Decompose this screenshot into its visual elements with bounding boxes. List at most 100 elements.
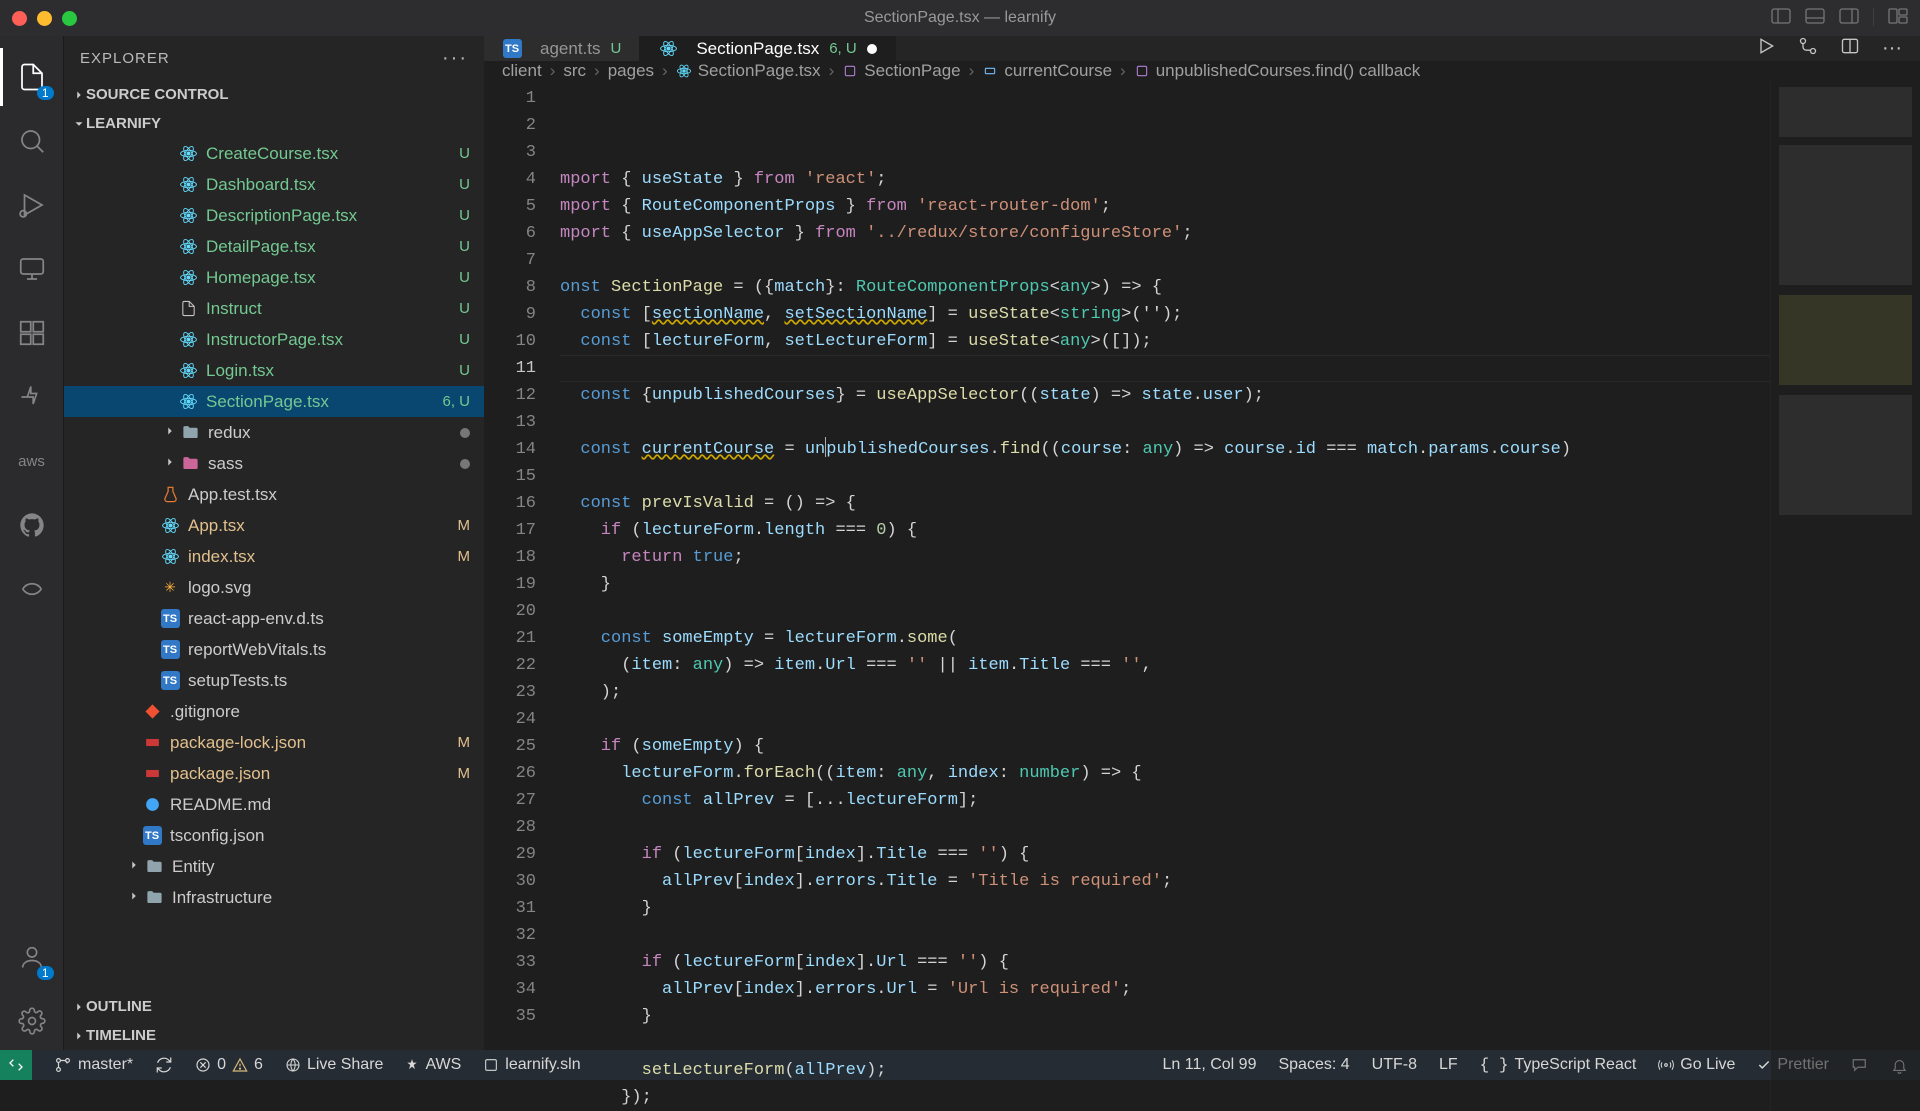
file-label: SectionPage.tsx	[206, 392, 442, 412]
window-title: SectionPage.tsx — learnify	[864, 9, 1056, 27]
scm-status: M	[458, 734, 471, 751]
split-editor-icon[interactable]	[1840, 36, 1860, 61]
chevron-right-icon: ›	[969, 61, 975, 81]
breadcrumb-item[interactable]: client	[502, 61, 542, 81]
run-icon[interactable]	[1756, 36, 1776, 61]
file-tree-item[interactable]: InstructorPage.tsxU	[64, 324, 484, 355]
chevron-right-icon: ›	[594, 61, 600, 81]
timeline-label: TIMELINE	[86, 1027, 156, 1044]
breadcrumb-item[interactable]: SectionPage.tsx	[676, 61, 821, 81]
outline-section[interactable]: OUTLINE	[64, 992, 484, 1021]
layout-customize-icon[interactable]	[1888, 8, 1908, 29]
extensions-activity[interactable]	[0, 304, 64, 362]
problems-indicator[interactable]: 0 6	[195, 1056, 263, 1074]
search-activity[interactable]	[0, 112, 64, 170]
share-activity[interactable]	[0, 560, 64, 618]
tab-scm-status: 6, U	[829, 40, 857, 57]
file-tree-item[interactable]: redux	[64, 417, 484, 448]
scm-status: U	[459, 331, 470, 348]
file-label: CreateCourse.tsx	[206, 144, 459, 164]
scm-status: U	[459, 238, 470, 255]
file-tree-item[interactable]: SectionPage.tsx6, U	[64, 386, 484, 417]
editor-tab[interactable]: SectionPage.tsx6, U	[640, 36, 895, 61]
timeline-section[interactable]: TIMELINE	[64, 1021, 484, 1050]
breadcrumb-item[interactable]: unpublishedCourses.find() callback	[1134, 61, 1421, 81]
scm-status: U	[459, 207, 470, 224]
run-debug-activity[interactable]	[0, 176, 64, 234]
sync-indicator[interactable]	[155, 1056, 173, 1074]
tab-label: agent.ts	[540, 39, 601, 59]
file-tree-item[interactable]: DetailPage.tsxU	[64, 231, 484, 262]
scm-status: U	[459, 362, 470, 379]
file-tree-item[interactable]: TSreact-app-env.d.ts	[64, 603, 484, 634]
source-control-section[interactable]: SOURCE CONTROL	[64, 80, 484, 109]
window-controls	[12, 11, 77, 26]
file-tree-item[interactable]: sass	[64, 448, 484, 479]
code-content[interactable]: mport { useState } from 'react';mport { …	[560, 81, 1770, 1111]
file-tree-item[interactable]: Entity	[64, 851, 484, 882]
chevron-right-icon	[124, 857, 144, 877]
liveshare-indicator[interactable]: Live Share	[285, 1056, 384, 1074]
activity-bar: 1 aws 1	[0, 36, 64, 1050]
file-label: App.tsx	[188, 516, 458, 536]
breadcrumbs[interactable]: client›src›pages›SectionPage.tsx›Section…	[484, 61, 1920, 81]
thunder-activity[interactable]	[0, 368, 64, 426]
code-editor[interactable]: 1234567891011121314151617181920212223242…	[484, 81, 1920, 1111]
diff-icon[interactable]	[1798, 36, 1818, 61]
editor-more-icon[interactable]: ···	[1882, 37, 1902, 60]
aws-activity[interactable]: aws	[0, 432, 64, 490]
file-tree-item[interactable]: README.md	[64, 789, 484, 820]
file-tree-item[interactable]: package-lock.jsonM	[64, 727, 484, 758]
file-tree-item[interactable]: CreateCourse.tsxU	[64, 138, 484, 169]
close-window-button[interactable]	[12, 11, 27, 26]
file-label: DetailPage.tsx	[206, 237, 459, 257]
project-section[interactable]: LEARNIFY	[64, 109, 484, 138]
file-tree-item[interactable]: DescriptionPage.tsxU	[64, 200, 484, 231]
file-tree-item[interactable]: Dashboard.tsxU	[64, 169, 484, 200]
file-label: react-app-env.d.ts	[188, 609, 470, 629]
file-tree-item[interactable]: Login.tsxU	[64, 355, 484, 386]
remote-explorer-activity[interactable]	[0, 240, 64, 298]
file-tree-item[interactable]: TSreportWebVitals.ts	[64, 634, 484, 665]
file-tree-item[interactable]: TStsconfig.json	[64, 820, 484, 851]
maximize-window-button[interactable]	[62, 11, 77, 26]
file-tree-item[interactable]: package.jsonM	[64, 758, 484, 789]
file-tree-item[interactable]: .gitignore	[64, 696, 484, 727]
scm-status: 6, U	[442, 393, 470, 410]
file-tree-item[interactable]: App.test.tsx	[64, 479, 484, 510]
breadcrumb-item[interactable]: pages	[608, 61, 654, 81]
file-tree-item[interactable]: App.tsxM	[64, 510, 484, 541]
panel-toggle-right-icon[interactable]	[1839, 8, 1859, 29]
breadcrumb-item[interactable]: src	[563, 61, 586, 81]
minimize-window-button[interactable]	[37, 11, 52, 26]
breadcrumb-item[interactable]: currentCourse	[982, 61, 1112, 81]
panel-toggle-bottom-icon[interactable]	[1805, 8, 1825, 29]
chevron-right-icon	[160, 423, 180, 443]
file-label: logo.svg	[188, 578, 470, 598]
accounts-activity[interactable]: 1	[0, 928, 64, 986]
breadcrumb-item[interactable]: SectionPage	[842, 61, 960, 81]
panel-toggle-left-icon[interactable]	[1771, 8, 1791, 29]
accounts-badge: 1	[37, 966, 54, 980]
editor-tab[interactable]: TSagent.tsU	[484, 36, 640, 61]
file-label: sass	[208, 454, 460, 474]
file-label: README.md	[170, 795, 470, 815]
file-tree-item[interactable]: TSsetupTests.ts	[64, 665, 484, 696]
project-label: LEARNIFY	[86, 115, 161, 132]
aws-indicator[interactable]: AWS	[405, 1056, 461, 1074]
remote-indicator[interactable]	[0, 1050, 32, 1080]
branch-indicator[interactable]: master*	[54, 1056, 133, 1074]
file-tree-item[interactable]: InstructU	[64, 293, 484, 324]
github-activity[interactable]	[0, 496, 64, 554]
settings-activity[interactable]	[0, 992, 64, 1050]
file-label: Infrastructure	[172, 888, 470, 908]
explorer-more-icon[interactable]: ···	[442, 47, 468, 70]
file-tree-item[interactable]: Infrastructure	[64, 882, 484, 913]
file-tree-item[interactable]: ✳logo.svg	[64, 572, 484, 603]
file-label: App.test.tsx	[188, 485, 470, 505]
file-tree-item[interactable]: Homepage.tsxU	[64, 262, 484, 293]
minimap[interactable]	[1770, 81, 1920, 1111]
explorer-activity[interactable]: 1	[0, 48, 64, 106]
file-tree-item[interactable]: index.tsxM	[64, 541, 484, 572]
file-label: .gitignore	[170, 702, 470, 722]
